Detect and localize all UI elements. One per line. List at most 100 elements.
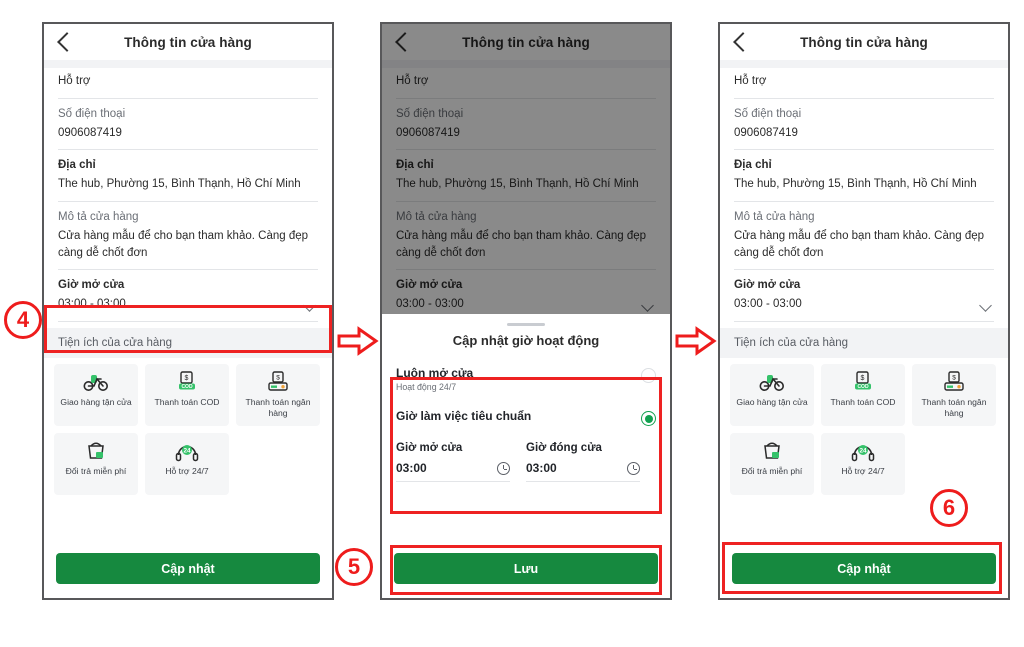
- option-always-open[interactable]: Luôn mở cửa Hoạt động 24/7: [396, 359, 656, 396]
- form-body-3: Hỗ trợ Số điện thoại 0906087419 Địa chỉ …: [720, 68, 1008, 496]
- screenshot-stage: Thông tin cửa hàng Hỗ trợ Số điện thoại …: [0, 0, 1024, 647]
- opening-hours-row[interactable]: 03:00 - 03:00: [734, 293, 994, 321]
- step-marker-6: 6: [930, 489, 968, 527]
- field-phone-label: Số điện thoại: [734, 107, 802, 120]
- delivery-bike-icon: [83, 370, 109, 394]
- utility-tile-return[interactable]: Đổi trả miễn phí: [54, 433, 138, 496]
- field-address[interactable]: Địa chỉ The hub, Phường 15, Bình Thạnh, …: [44, 150, 332, 201]
- opening-hours-row[interactable]: 03:00 - 03:00: [58, 293, 318, 321]
- page-title: Thông tin cửa hàng: [124, 34, 252, 50]
- field-address-label: Địa chỉ: [734, 159, 772, 172]
- open-time-value: 03:00: [396, 461, 427, 475]
- field-description[interactable]: Mô tả cửa hàng Cửa hàng mẫu để cho bạn t…: [720, 202, 1008, 269]
- chevron-down-icon[interactable]: [303, 298, 316, 312]
- step-marker-4: 4: [4, 301, 42, 339]
- utility-tile-return[interactable]: Đổi trả miễn phí: [730, 433, 814, 496]
- app-bar-1: Thông tin cửa hàng: [44, 24, 332, 60]
- field-opening-hours[interactable]: Giờ mở cửa 03:00 - 03:00: [44, 270, 332, 321]
- field-phone-value: 0906087419: [734, 126, 798, 139]
- field-address-value: The hub, Phường 15, Bình Thạnh, Hồ Chí M…: [58, 178, 301, 191]
- radio-standard-hours[interactable]: [641, 411, 656, 426]
- utility-tile-delivery[interactable]: Giao hàng tận cửa: [730, 364, 814, 427]
- field-phone-value: 0906087419: [58, 126, 122, 139]
- divider: [396, 481, 510, 482]
- appbar-divider: [44, 60, 332, 68]
- phone-screen-1: Thông tin cửa hàng Hỗ trợ Số điện thoại …: [42, 22, 334, 600]
- svg-text:$: $: [952, 375, 956, 382]
- open-time-field[interactable]: 03:00: [396, 454, 526, 481]
- svg-text:24: 24: [859, 447, 867, 454]
- update-button[interactable]: Cập nhật: [732, 553, 996, 584]
- field-description[interactable]: Mô tả cửa hàng Cửa hàng mẫu để cho bạn t…: [44, 202, 332, 269]
- bank-payment-icon: $: [942, 370, 966, 394]
- save-button[interactable]: Lưu: [394, 553, 658, 584]
- utility-tile-cod[interactable]: $ COD Thanh toán COD: [821, 364, 905, 427]
- utility-tile-delivery[interactable]: Giao hàng tận cửa: [54, 364, 138, 427]
- utility-tile-label: Đổi trả miễn phí: [65, 466, 127, 477]
- form-body-1: Hỗ trợ Số điện thoại 0906087419 Địa chỉ …: [44, 68, 332, 496]
- update-hours-sheet: Cập nhật giờ hoạt động Luôn mở cửa Hoạt …: [382, 314, 670, 598]
- step-marker-5: 5: [335, 548, 373, 586]
- utilities-section-1: Tiện ích của cửa hàng Giao hàng tận cửa …: [44, 328, 332, 496]
- chevron-down-icon[interactable]: [979, 298, 992, 312]
- partial-field-top: Hỗ trợ: [44, 68, 332, 98]
- app-bar-3: Thông tin cửa hàng: [720, 24, 1008, 60]
- radio-always-open[interactable]: [641, 368, 656, 383]
- open-time-col: Giờ mở cửa 03:00: [396, 442, 526, 482]
- utility-tile-label: Thanh toán COD: [154, 397, 220, 408]
- field-phone[interactable]: Số điện thoại 0906087419: [44, 99, 332, 150]
- right-arrow-icon-2: [675, 326, 717, 361]
- clock-icon[interactable]: [627, 461, 640, 475]
- close-time-label: Giờ đóng cửa: [526, 442, 602, 454]
- utility-tiles-3: Giao hàng tận cửa $ COD Thanh toán COD $…: [720, 358, 1008, 496]
- field-description-value: Cửa hàng mẫu để cho bạn tham khảo. Càng …: [734, 230, 985, 259]
- divider: [58, 321, 318, 323]
- return-box-icon: [761, 439, 783, 463]
- bank-payment-icon: $: [266, 370, 290, 394]
- update-button[interactable]: Cập nhật: [56, 553, 320, 584]
- utility-tile-support[interactable]: 24 Hỗ trợ 24/7: [145, 433, 229, 496]
- svg-text:COD: COD: [181, 384, 193, 390]
- field-description-value: Cửa hàng mẫu để cho bạn tham khảo. Càng …: [58, 230, 309, 259]
- svg-text:24: 24: [183, 447, 191, 454]
- field-phone-label: Số điện thoại: [58, 107, 126, 120]
- phone-screen-2: Thông tin cửa hàng Hỗ trợ Số điện thoại …: [380, 22, 672, 600]
- field-description-label: Mô tả cửa hàng: [734, 211, 815, 224]
- cod-cash-icon: $ COD: [175, 370, 199, 394]
- cod-cash-icon: $ COD: [851, 370, 875, 394]
- field-address[interactable]: Địa chỉ The hub, Phường 15, Bình Thạnh, …: [720, 150, 1008, 201]
- utility-tile-label: Đổi trả miễn phí: [741, 466, 803, 477]
- clock-icon[interactable]: [497, 461, 510, 475]
- headset-24-icon: 24: [851, 439, 875, 463]
- svg-text:$: $: [861, 375, 865, 382]
- partial-field-value: Hỗ trợ: [58, 75, 91, 87]
- page-title: Thông tin cửa hàng: [800, 34, 928, 50]
- option-always-open-text: Luôn mở cửa Hoạt động 24/7: [396, 366, 473, 392]
- step-marker-4-label: 4: [16, 307, 30, 332]
- field-opening-hours-value: 03:00 - 03:00: [58, 298, 126, 311]
- time-pickers: Giờ mở cửa 03:00 Giờ đóng cửa 03:00: [396, 442, 656, 482]
- field-opening-hours-label: Giờ mở cửa: [58, 279, 125, 292]
- option-standard-hours[interactable]: Giờ làm việc tiêu chuẩn: [396, 396, 656, 430]
- field-opening-hours[interactable]: Giờ mở cửa 03:00 - 03:00: [720, 270, 1008, 321]
- utility-tile-label: Giao hàng tận cửa: [60, 397, 132, 408]
- utility-tile-label: Giao hàng tận cửa: [736, 397, 808, 408]
- utility-tile-label: Hỗ trợ 24/7: [165, 466, 209, 477]
- utility-tile-label: Hỗ trợ 24/7: [841, 466, 885, 477]
- utility-tile-cod[interactable]: $ COD Thanh toán COD: [145, 364, 229, 427]
- utility-tile-bank[interactable]: $ Thanh toán ngân hàng: [236, 364, 320, 427]
- utility-tile-bank[interactable]: $ Thanh toán ngân hàng: [912, 364, 996, 427]
- divider: [526, 481, 640, 482]
- utility-tile-label: Thanh toán ngân hàng: [921, 397, 987, 418]
- field-address-label: Địa chỉ: [58, 159, 96, 172]
- step-marker-5-label: 5: [347, 554, 361, 579]
- utilities-section-title: Tiện ích của cửa hàng: [58, 337, 173, 350]
- field-address-value: The hub, Phường 15, Bình Thạnh, Hồ Chí M…: [734, 178, 977, 191]
- close-time-field[interactable]: 03:00: [526, 454, 656, 481]
- divider: [734, 321, 994, 323]
- option-standard-hours-text: Giờ làm việc tiêu chuẩn: [396, 409, 531, 423]
- svg-text:$: $: [276, 375, 280, 382]
- field-phone[interactable]: Số điện thoại 0906087419: [720, 99, 1008, 150]
- utility-tile-support[interactable]: 24 Hỗ trợ 24/7: [821, 433, 905, 496]
- svg-text:COD: COD: [857, 384, 869, 390]
